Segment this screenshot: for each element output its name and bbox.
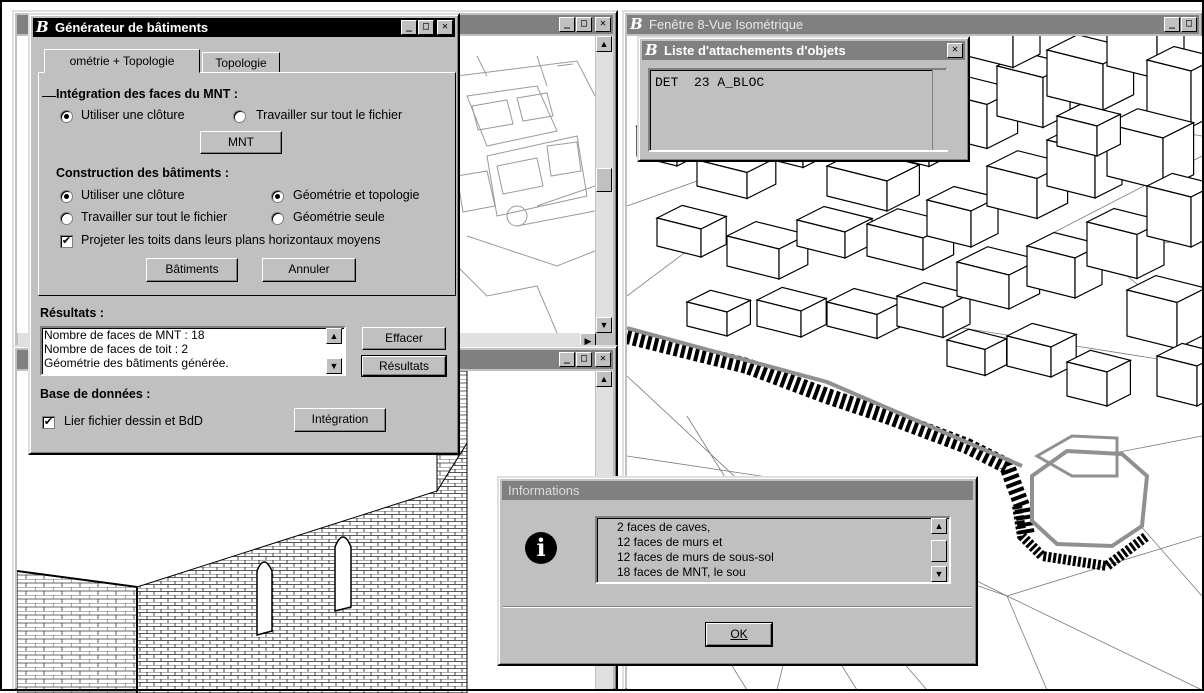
ok-button[interactable]: OK <box>705 622 773 647</box>
minimize-icon[interactable]: _ <box>559 352 575 367</box>
build-section-title: Construction des bâtiments : <box>56 166 229 180</box>
information-line: 12 faces de murs de sous-sol <box>617 550 774 564</box>
information-line: 2 faces de caves, <box>617 520 711 534</box>
link-database-label[interactable]: Lier fichier dessin et BdD <box>64 414 203 428</box>
building-generator-window: B Générateur de bâtiments _ □ ✕ ométrie … <box>28 13 460 455</box>
building-wall <box>966 36 1014 69</box>
mnt-file-radio[interactable] <box>233 110 246 123</box>
mnt-section-title: Intégration des faces du MNT : <box>56 87 238 101</box>
tab-topology-label: Topologie <box>215 56 267 70</box>
geometry-only-label[interactable]: Géométrie seule <box>293 210 385 224</box>
cancel-button[interactable]: Annuler <box>262 258 356 282</box>
information-line: 12 faces de murs et <box>617 535 723 549</box>
scroll-down-arrow-icon[interactable]: ▼ <box>596 317 612 333</box>
mnt-file-label[interactable]: Travailler sur tout le fichier <box>256 108 402 122</box>
maximize-icon[interactable]: □ <box>1181 17 1197 32</box>
ok-button-label: OK <box>730 627 748 641</box>
attachment-list-box[interactable]: DET 23 A_BLOC <box>648 68 948 152</box>
isometric-view-title: Fenêtre 8-Vue Isométrique <box>649 17 804 32</box>
plan-view-scrollbar-vertical[interactable]: ▲ ▼ <box>595 36 613 333</box>
maximize-icon[interactable]: □ <box>576 352 592 367</box>
building-wall <box>996 65 1044 129</box>
build-fence-radio[interactable] <box>60 190 73 203</box>
tab-panel <box>38 72 456 296</box>
scroll-down-arrow-icon[interactable]: ▼ <box>326 358 342 374</box>
scroll-thumb[interactable] <box>931 540 947 562</box>
information-dialog-titlebar[interactable]: Informations <box>502 481 973 500</box>
microstation-logo-icon: B <box>36 18 49 36</box>
information-line: 18 faces de MNT, le sou <box>617 565 746 579</box>
mnt-button[interactable]: MNT <box>200 131 282 154</box>
scroll-thumb[interactable] <box>596 168 612 192</box>
results-line: Nombre de faces de toit : 2 <box>44 342 189 356</box>
building-wall <box>1146 185 1192 248</box>
attachment-list-title: Liste d'attachements d'objets <box>664 43 846 58</box>
scroll-up-arrow-icon[interactable]: ▲ <box>596 36 612 52</box>
results-line: Nombre de faces de MNT : 18 <box>44 328 205 342</box>
results-section-title: Résultats : <box>40 306 104 320</box>
close-icon[interactable]: ✕ <box>947 43 963 58</box>
building-generator-titlebar[interactable]: B Générateur de bâtiments _ □ ✕ <box>33 18 455 37</box>
maximize-icon[interactable]: □ <box>418 20 434 35</box>
geometry-only-radio[interactable] <box>271 212 284 225</box>
results-button[interactable]: Résultats <box>361 355 447 377</box>
project-roofs-checkbox[interactable]: ✔ <box>60 235 73 248</box>
link-database-checkbox[interactable]: ✔ <box>42 416 55 429</box>
information-message-box[interactable]: 2 faces de caves, 12 faces de murs et 12… <box>595 516 951 584</box>
maximize-icon[interactable]: □ <box>576 17 592 32</box>
microstation-logo-icon: B <box>645 41 658 59</box>
building-generator-title: Générateur de bâtiments <box>55 20 209 35</box>
information-dialog: Informations i 2 faces de caves, 12 face… <box>497 476 978 666</box>
geometry-topology-radio[interactable] <box>271 190 284 203</box>
information-divider <box>503 606 972 608</box>
scroll-down-arrow-icon[interactable]: ▼ <box>931 566 947 582</box>
information-icon: i <box>525 532 557 564</box>
scroll-up-arrow-icon[interactable]: ▲ <box>596 371 612 387</box>
information-dialog-title: Informations <box>508 483 580 498</box>
mnt-fence-label[interactable]: Utiliser une clôture <box>81 108 185 122</box>
tab-topology[interactable]: Topologie <box>202 52 280 73</box>
build-file-label[interactable]: Travailler sur tout le fichier <box>81 210 227 224</box>
database-section-title: Base de données : <box>40 387 151 401</box>
build-buildings-button[interactable]: Bâtiments <box>146 258 238 282</box>
mnt-fence-radio[interactable] <box>60 110 73 123</box>
tab-geometry-topology[interactable]: ométrie + Topologie <box>44 49 200 73</box>
attachment-list-scrollbar[interactable] <box>932 70 952 150</box>
isometric-view-titlebar[interactable]: B Fenêtre 8-Vue Isométrique _ □ <box>627 15 1199 34</box>
integration-button[interactable]: Intégration <box>294 408 386 432</box>
project-roofs-label[interactable]: Projeter les toits dans leurs plans hori… <box>81 233 380 247</box>
close-icon[interactable]: ✕ <box>437 20 453 35</box>
close-icon[interactable]: ✕ <box>595 352 611 367</box>
scroll-up-arrow-icon[interactable]: ▲ <box>931 518 947 534</box>
mnt-group-line <box>42 96 56 97</box>
tab-geometry-topology-label: ométrie + Topologie <box>69 54 175 68</box>
clear-button[interactable]: Effacer <box>362 327 446 350</box>
attachment-list-item[interactable]: DET 23 A_BLOC <box>655 75 764 90</box>
microstation-logo-icon: B <box>630 15 643 33</box>
attachment-list-titlebar[interactable]: B Liste d'attachements d'objets ✕ <box>642 41 965 60</box>
minimize-icon[interactable]: _ <box>401 20 417 35</box>
scroll-up-arrow-icon[interactable]: ▲ <box>326 328 342 344</box>
minimize-icon[interactable]: _ <box>559 17 575 32</box>
minimize-icon[interactable]: _ <box>1164 17 1180 32</box>
geometry-topology-label[interactable]: Géométrie et topologie <box>293 188 419 202</box>
build-file-radio[interactable] <box>60 212 73 225</box>
close-icon[interactable]: ✕ <box>595 17 611 32</box>
results-listbox[interactable]: Nombre de faces de MNT : 18 Nombre de fa… <box>40 326 346 376</box>
attachment-list-window: B Liste d'attachements d'objets ✕ DET 23… <box>637 36 970 162</box>
build-fence-label[interactable]: Utiliser une clôture <box>81 188 185 202</box>
results-line: Géométrie des bâtiments générée. <box>44 356 229 370</box>
